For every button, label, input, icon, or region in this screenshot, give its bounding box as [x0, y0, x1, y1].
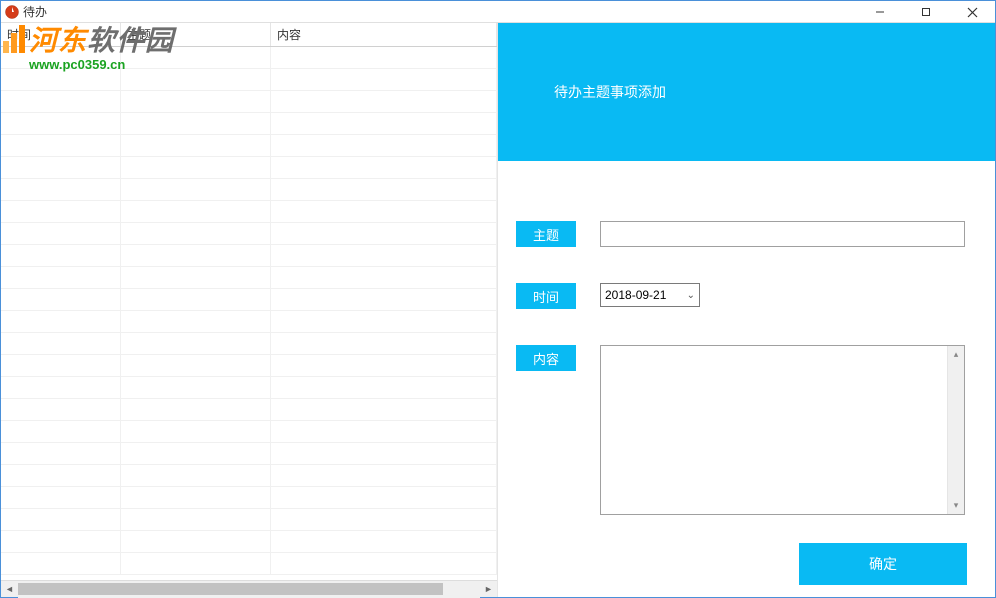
date-value: 2018-09-21	[605, 288, 666, 302]
table-row[interactable]	[1, 509, 497, 531]
scroll-up-icon[interactable]: ▴	[948, 346, 965, 363]
scroll-track[interactable]	[18, 581, 480, 598]
column-header-subject[interactable]: 主题	[121, 23, 271, 46]
table-row[interactable]	[1, 377, 497, 399]
table-row[interactable]	[1, 553, 497, 575]
scroll-down-icon[interactable]: ▾	[948, 497, 965, 514]
table-row[interactable]	[1, 355, 497, 377]
table-row[interactable]	[1, 311, 497, 333]
close-button[interactable]	[949, 1, 995, 23]
chevron-down-icon: ⌄	[687, 290, 695, 301]
table-row[interactable]	[1, 443, 497, 465]
scroll-thumb[interactable]	[18, 583, 443, 595]
form-header: 待办主题事项添加	[498, 23, 995, 161]
minimize-button[interactable]	[857, 1, 903, 23]
table-row[interactable]	[1, 333, 497, 355]
right-panel: 待办主题事项添加 主题 时间 2018-09-21 ⌄ 内容	[498, 23, 995, 597]
scroll-right-icon[interactable]: ►	[480, 581, 497, 598]
table-row[interactable]	[1, 289, 497, 311]
confirm-button[interactable]: 确定	[799, 543, 967, 585]
table-row[interactable]	[1, 91, 497, 113]
table-row[interactable]	[1, 157, 497, 179]
table-row[interactable]	[1, 201, 497, 223]
table-row[interactable]	[1, 69, 497, 91]
table-row[interactable]	[1, 531, 497, 553]
table-row[interactable]	[1, 421, 497, 443]
table-row[interactable]	[1, 487, 497, 509]
column-header-time[interactable]: 时间	[1, 23, 121, 46]
app-icon	[5, 5, 19, 19]
subject-label: 主题	[516, 221, 576, 247]
table-row[interactable]	[1, 245, 497, 267]
table-row[interactable]	[1, 113, 497, 135]
table-row[interactable]	[1, 267, 497, 289]
left-panel: 时间 主题 内容	[1, 23, 498, 597]
maximize-button[interactable]	[903, 1, 949, 23]
table-row[interactable]	[1, 399, 497, 421]
table: 时间 主题 内容	[1, 23, 497, 580]
vertical-scrollbar[interactable]: ▴ ▾	[947, 346, 964, 514]
table-row[interactable]	[1, 465, 497, 487]
form-row-content: 内容 ▴ ▾	[516, 345, 971, 515]
content-textarea[interactable]	[601, 346, 947, 514]
window-title: 待办	[23, 3, 47, 20]
window-controls	[857, 1, 995, 23]
table-header: 时间 主题 内容	[1, 23, 497, 47]
table-body[interactable]	[1, 47, 497, 580]
main-area: 时间 主题 内容	[1, 23, 995, 597]
form-row-subject: 主题	[516, 221, 971, 247]
content-textarea-wrap: ▴ ▾	[600, 345, 965, 515]
form-area: 主题 时间 2018-09-21 ⌄ 内容 ▴	[498, 161, 995, 597]
table-row[interactable]	[1, 135, 497, 157]
confirm-button-label: 确定	[869, 554, 897, 574]
table-row[interactable]	[1, 47, 497, 69]
titlebar: 待办	[1, 1, 995, 23]
content-label: 内容	[516, 345, 576, 371]
scroll-left-icon[interactable]: ◄	[1, 581, 18, 598]
column-header-content[interactable]: 内容	[271, 23, 497, 46]
app-window: 待办 时间 主题 内容	[0, 0, 996, 598]
form-row-time: 时间 2018-09-21 ⌄	[516, 283, 971, 309]
subject-input[interactable]	[600, 221, 965, 247]
form-header-title: 待办主题事项添加	[554, 82, 666, 102]
date-picker[interactable]: 2018-09-21 ⌄	[600, 283, 700, 307]
time-label: 时间	[516, 283, 576, 309]
table-row[interactable]	[1, 223, 497, 245]
horizontal-scrollbar[interactable]: ◄ ►	[1, 580, 497, 597]
table-row[interactable]	[1, 179, 497, 201]
